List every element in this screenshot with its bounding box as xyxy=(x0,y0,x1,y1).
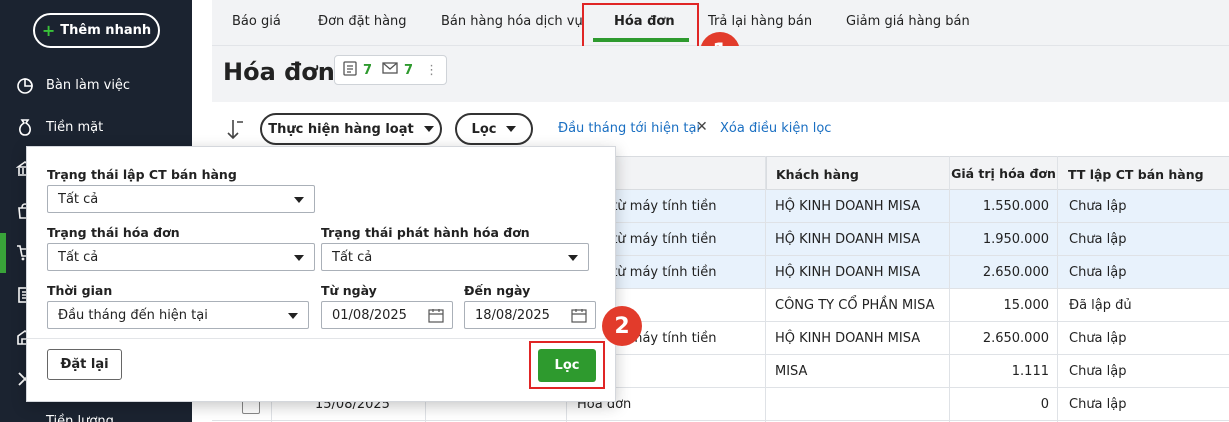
cell-status: Chưa lập xyxy=(1069,331,1127,346)
cell-value: 0 xyxy=(1040,397,1049,412)
tab-sales-discount[interactable]: Giảm giá hàng bán xyxy=(846,14,970,29)
highlight-box-tab xyxy=(582,3,699,50)
cell-status: Chưa lập xyxy=(1069,199,1127,214)
column-header-value[interactable]: Giá trị hóa đơn xyxy=(949,157,1057,191)
document-icon xyxy=(343,60,357,80)
period-select[interactable]: Đầu tháng đến hiện tại xyxy=(47,301,309,329)
quick-add-label: Thêm nhanh xyxy=(60,23,152,38)
invoice-status-label: Trạng thái hóa đơn xyxy=(47,225,180,240)
chevron-down-icon xyxy=(294,255,304,261)
calendar-icon[interactable] xyxy=(428,308,444,323)
sales-doc-status-value: Tất cả xyxy=(58,191,99,207)
issue-status-select[interactable]: Tất cả xyxy=(321,243,589,271)
sales-doc-status-select[interactable]: Tất cả xyxy=(47,185,315,213)
money-bag-icon xyxy=(16,118,34,136)
from-date-label: Từ ngày xyxy=(321,283,377,298)
cell-type: ơn từ máy tính tiền xyxy=(592,199,717,214)
cell-type: ơn xyxy=(592,355,777,388)
chevron-down-icon xyxy=(568,255,578,261)
cell-status: Chưa lập xyxy=(1069,364,1127,379)
bulk-action-button[interactable]: Thực hiện hàng loạt xyxy=(260,113,442,145)
sidebar-item-salary[interactable]: Tiền lương xyxy=(0,406,192,422)
cell-customer: HỘ KINH DOANH MISA xyxy=(775,232,921,247)
sidebar-item-cash[interactable]: Tiền mặt xyxy=(0,112,192,142)
sidebar-item-label: Bàn làm việc xyxy=(46,77,131,93)
cell-customer: HỘ KINH DOANH MISA xyxy=(775,331,921,346)
chevron-down-icon xyxy=(294,197,304,203)
counter-box[interactable]: 7 7 ⋮ xyxy=(334,55,447,85)
dashboard-icon xyxy=(16,76,34,94)
column-divider xyxy=(1057,156,1058,422)
tab-quote[interactable]: Báo giá xyxy=(232,14,281,29)
period-label: Thời gian xyxy=(47,283,113,298)
to-date-input[interactable]: 18/08/2025 xyxy=(464,301,596,329)
column-divider xyxy=(765,156,766,422)
issue-status-label: Trạng thái phát hành hóa đơn xyxy=(321,225,530,240)
cell-type: ơn từ máy tính tiền xyxy=(592,265,717,280)
cell-value: 1.950.000 xyxy=(982,232,1049,247)
mail-icon xyxy=(382,62,398,78)
cell-value: 2.650.000 xyxy=(982,265,1049,280)
cell-value: 1.111 xyxy=(1011,364,1049,379)
to-date-label: Đến ngày xyxy=(464,283,531,298)
invoice-status-select[interactable]: Tất cả xyxy=(47,243,315,271)
cell-status: Chưa lập xyxy=(1069,232,1127,247)
cell-customer: HỘ KINH DOANH MISA xyxy=(775,265,921,280)
cell-type: ơn từ máy tính tiền xyxy=(592,232,717,247)
active-filter-tag[interactable]: Đầu tháng tới hiện tại xyxy=(558,121,700,136)
cell-status: Đã lập đủ xyxy=(1069,298,1132,313)
mail-count: 7 xyxy=(404,62,414,78)
chevron-down-icon xyxy=(423,126,434,132)
cell-customer: CÔNG TY CỔ PHẦN MISA xyxy=(775,298,935,313)
page-title: Hóa đơn xyxy=(223,58,335,86)
sidebar-item-label: Tiền mặt xyxy=(46,119,104,135)
cell-customer: HỘ KINH DOANH MISA xyxy=(775,199,921,214)
issue-status-value: Tất cả xyxy=(332,249,373,265)
popup-divider xyxy=(26,338,616,339)
tab-sales-return[interactable]: Trả lại hàng bán xyxy=(708,14,812,29)
chevron-down-icon xyxy=(288,313,298,319)
calendar-icon[interactable] xyxy=(571,308,587,323)
step-badge-2: 2 xyxy=(602,306,642,346)
plus-icon: + xyxy=(41,21,56,40)
clear-filter-link[interactable]: Xóa điều kiện lọc xyxy=(720,121,831,136)
sidebar-item-dashboard[interactable]: Bàn làm việc xyxy=(0,70,192,100)
document-count: 7 xyxy=(363,62,373,78)
reset-button[interactable]: Đặt lại xyxy=(47,349,122,380)
tab-sales-service[interactable]: Bán hàng hóa dịch vụ xyxy=(441,14,583,29)
cell-customer: MISA xyxy=(775,364,808,379)
from-date-value: 01/08/2025 xyxy=(332,307,407,323)
highlight-box-apply xyxy=(529,341,605,389)
filter-button[interactable]: Lọc xyxy=(455,113,533,145)
salary-icon xyxy=(16,412,34,422)
cell-value: 2.650.000 xyxy=(982,331,1049,346)
column-header-status[interactable]: TT lập CT bán hàng xyxy=(1057,157,1229,191)
quick-add-button[interactable]: + Thêm nhanh xyxy=(33,13,160,48)
remove-filter-icon[interactable]: ✕ xyxy=(696,119,708,135)
sidebar-item-label: Tiền lương xyxy=(46,413,114,422)
bulk-action-label: Thực hiện hàng loạt xyxy=(268,121,414,137)
to-date-value: 18/08/2025 xyxy=(475,307,550,323)
period-value: Đầu tháng đến hiện tại xyxy=(58,307,208,323)
column-divider xyxy=(949,156,950,422)
filter-label: Lọc xyxy=(471,121,497,137)
cell-status: Chưa lập xyxy=(1069,397,1127,412)
cell-value: 15.000 xyxy=(1003,298,1050,313)
column-header-customer[interactable]: Khách hàng xyxy=(765,157,949,191)
cell-value: 1.550.000 xyxy=(982,199,1049,214)
from-date-input[interactable]: 01/08/2025 xyxy=(321,301,453,329)
chevron-down-icon xyxy=(506,126,517,132)
sales-doc-status-label: Trạng thái lập CT bán hàng xyxy=(47,167,237,182)
sort-icon[interactable] xyxy=(225,118,245,142)
more-icon[interactable]: ⋮ xyxy=(425,63,438,78)
tab-sales-order[interactable]: Đơn đặt hàng xyxy=(318,14,407,29)
cell-status: Chưa lập xyxy=(1069,265,1127,280)
invoice-status-value: Tất cả xyxy=(58,249,99,265)
